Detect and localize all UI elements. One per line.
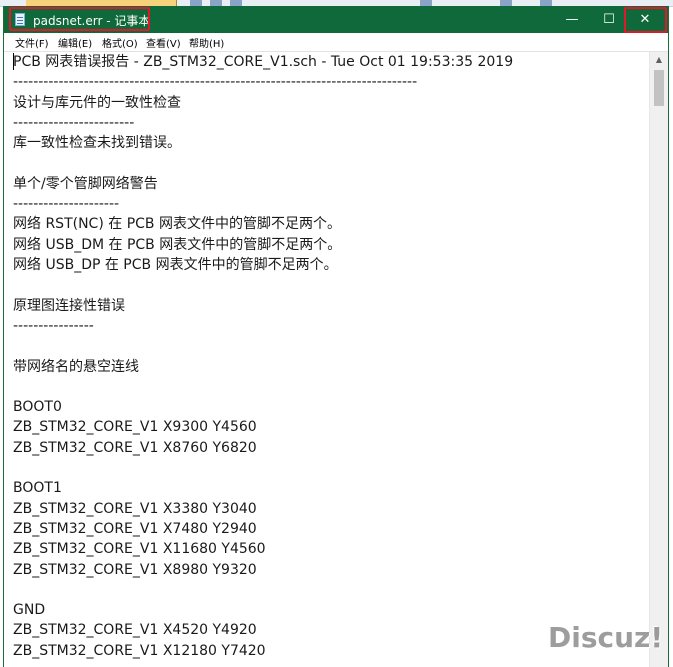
text-line: ---------------- bbox=[13, 317, 94, 334]
text-line: 网络 USB_DM 在 PCB 网表文件中的管脚不足两个。 bbox=[13, 236, 342, 253]
watermark: Discuz! bbox=[548, 621, 664, 654]
notepad-window: padsnet.err - 记事本 — ☐ ✕ 文件(F) 编辑(E) 格式(O… bbox=[3, 6, 669, 667]
text-line: 网络 USB_DP 在 PCB 网表文件中的管脚不足两个。 bbox=[13, 257, 338, 273]
text-line: ZB_STM32_CORE_V1 X7480 Y2940 bbox=[13, 520, 257, 537]
menu-format[interactable]: 格式(O) bbox=[102, 35, 138, 50]
minimize-button[interactable]: — bbox=[553, 6, 591, 33]
text-line: 网络 RST(NC) 在 PCB 网表文件中的管脚不足两个。 bbox=[13, 216, 341, 233]
text-line: 库一致性检查未找到错误。 bbox=[13, 135, 181, 152]
text-line: PCB 网表错误报告 - ZB_STM32_CORE_V1.sch - Tue … bbox=[13, 54, 514, 70]
vertical-scrollbar[interactable]: ▲ bbox=[649, 52, 668, 667]
text-line: ZB_STM32_CORE_V1 X11680 Y4560 bbox=[13, 541, 266, 558]
text-area[interactable]: PCB 网表错误报告 - ZB_STM32_CORE_V1.sch - Tue … bbox=[4, 52, 648, 667]
text-line: ZB_STM32_CORE_V1 X8980 Y9320 bbox=[13, 561, 257, 578]
text-line: --------------------- bbox=[13, 196, 120, 213]
menu-bar: 文件(F) 编辑(E) 格式(O) 查看(V) 帮助(H) bbox=[4, 33, 668, 52]
text-line: ZB_STM32_CORE_V1 X12180 Y7420 bbox=[13, 642, 266, 659]
menu-edit[interactable]: 编辑(E) bbox=[58, 35, 92, 50]
text-line: 原理图连接性错误 bbox=[13, 297, 125, 314]
maximize-button[interactable]: ☐ bbox=[590, 6, 628, 33]
text-line: 带网络名的悬空连线 bbox=[13, 358, 139, 375]
text-line: ZB_STM32_CORE_V1 X4520 Y4920 bbox=[13, 622, 257, 639]
text-line: 设计与库元件的一致性检查 bbox=[13, 94, 181, 111]
menu-view[interactable]: 查看(V) bbox=[146, 35, 181, 50]
title-highlight-box bbox=[9, 7, 150, 31]
text-line: ------------------------ bbox=[13, 114, 135, 131]
text-line: BOOT1 bbox=[13, 480, 62, 497]
text-line: 单个/零个管脚网络警告 bbox=[13, 175, 158, 192]
text-line: ZB_STM32_CORE_V1 X9300 Y4560 bbox=[13, 419, 257, 436]
text-line: GND bbox=[13, 602, 46, 619]
text-line: ----------------------------------------… bbox=[13, 74, 418, 91]
text-line: ZB_STM32_CORE_V1 X8760 Y6820 bbox=[13, 439, 257, 456]
title-bar[interactable]: padsnet.err - 记事本 — ☐ ✕ bbox=[4, 6, 668, 33]
menu-file[interactable]: 文件(F) bbox=[15, 35, 49, 50]
close-highlight-box bbox=[624, 7, 667, 33]
text-line: ZB_STM32_CORE_V1 X3380 Y3040 bbox=[13, 500, 257, 517]
scroll-up-icon[interactable]: ▲ bbox=[650, 52, 668, 68]
menu-help[interactable]: 帮助(H) bbox=[189, 35, 224, 50]
text-line: BOOT0 bbox=[13, 399, 62, 416]
scroll-thumb[interactable] bbox=[654, 70, 664, 106]
